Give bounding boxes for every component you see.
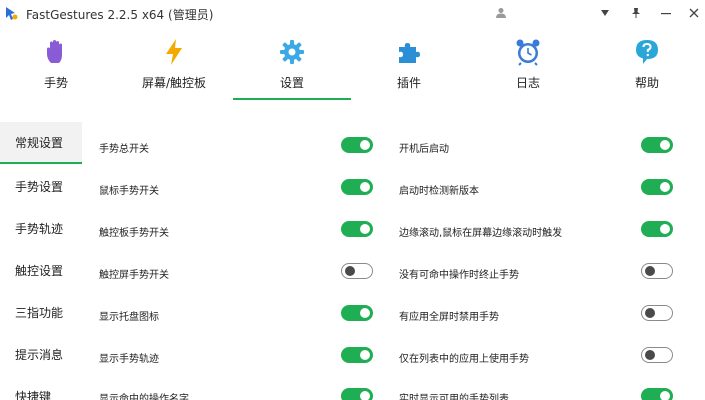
tab-label: 帮助	[634, 76, 659, 90]
toggle-gesture-trail[interactable]	[341, 347, 373, 363]
tab-label: 手势	[43, 76, 68, 90]
sidebar-item-general[interactable]: 常规设置	[0, 122, 82, 164]
toggle-live-gesture-list[interactable]	[641, 388, 673, 400]
tab-log[interactable]: 日志	[498, 30, 558, 102]
minimize-icon	[661, 13, 671, 15]
tab-screen-touchpad[interactable]: 屏幕/触控板	[126, 30, 222, 102]
tab-label: 日志	[515, 76, 540, 90]
active-tab-indicator	[233, 98, 351, 100]
setting-label: 没有可命中操作时终止手势	[399, 270, 519, 281]
tab-settings[interactable]: 设置	[258, 30, 326, 102]
tab-help[interactable]: 帮助	[617, 30, 677, 102]
sidebar-item-label: 提示消息	[15, 347, 64, 362]
pin-button[interactable]	[621, 2, 651, 24]
sidebar-item-notifications[interactable]: 提示消息	[0, 333, 82, 375]
setting-label: 实时显示可用的手势列表	[399, 394, 509, 400]
sidebar-item-three-finger[interactable]: 三指功能	[0, 291, 82, 333]
sidebar-item-hotkeys[interactable]: 快捷键	[0, 375, 82, 400]
close-button[interactable]	[679, 2, 705, 24]
toggle-knob	[660, 224, 670, 234]
minimize-button[interactable]	[651, 2, 681, 24]
toggle-abort-no-match[interactable]	[641, 263, 673, 279]
setting-label: 显示命中的操作名字	[99, 394, 189, 400]
setting-label: 鼠标手势开关	[99, 186, 159, 197]
tab-label: 插件	[396, 76, 421, 90]
toggle-knob	[360, 350, 370, 360]
toggle-touchscreen-gesture[interactable]	[341, 263, 373, 279]
setting-label: 触控屏手势开关	[99, 270, 169, 281]
setting-label: 边缘滚动,鼠标在屏幕边缘滚动时触发	[399, 228, 563, 239]
toggle-knob	[360, 391, 370, 400]
sidebar-item-touch-settings[interactable]: 触控设置	[0, 249, 82, 291]
sidebar-item-label: 手势设置	[15, 179, 64, 194]
toggle-check-updates[interactable]	[641, 179, 673, 195]
hand-icon	[47, 40, 62, 63]
menu-dropdown-button[interactable]	[590, 2, 620, 24]
setting-label: 显示手势轨迹	[99, 354, 159, 365]
app-logo-icon	[3, 5, 19, 21]
toggle-knob	[645, 350, 655, 360]
toggle-edge-scroll[interactable]	[641, 221, 673, 237]
toggle-knob	[660, 391, 670, 400]
toggle-knob	[345, 266, 355, 276]
toggle-touchpad-gesture[interactable]	[341, 221, 373, 237]
triangle-down-icon	[601, 10, 609, 16]
help-icon	[636, 40, 658, 64]
tab-label: 屏幕/触控板	[141, 76, 207, 90]
pin-icon	[632, 8, 640, 18]
setting-label: 显示托盘图标	[99, 312, 159, 323]
user-icon	[496, 8, 506, 18]
toggle-knob	[660, 182, 670, 192]
toggle-mouse-gesture[interactable]	[341, 179, 373, 195]
setting-label: 手势总开关	[99, 144, 149, 155]
setting-label: 启动时检测新版本	[399, 186, 479, 197]
toggle-tray-icon[interactable]	[341, 305, 373, 321]
toggle-knob	[360, 308, 370, 318]
puzzle-icon	[399, 43, 420, 63]
tab-label: 设置	[279, 76, 304, 90]
toggle-knob	[360, 140, 370, 150]
sidebar-item-gesture-trail[interactable]: 手势轨迹	[0, 207, 82, 249]
toggle-start-on-boot[interactable]	[641, 137, 673, 153]
sidebar-item-label: 快捷键	[15, 389, 52, 400]
top-navigation: 手势 屏幕/触控板 设置 插件 日志 帮助	[0, 30, 705, 102]
window-title: FastGestures 2.2.5 x64 (管理员)	[26, 8, 214, 22]
toggle-disable-fullscreen[interactable]	[641, 305, 673, 321]
toggle-knob	[660, 140, 670, 150]
settings-sidebar: 常规设置 手势设置 手势轨迹 触控设置 三指功能 提示消息 快捷键	[0, 122, 86, 400]
sidebar-item-gesture-settings[interactable]: 手势设置	[0, 165, 82, 207]
toggle-knob	[360, 182, 370, 192]
toggle-knob	[645, 308, 655, 318]
toggle-show-action-name[interactable]	[341, 388, 373, 400]
sidebar-item-label: 三指功能	[15, 305, 64, 320]
toggle-gesture-master[interactable]	[341, 137, 373, 153]
sidebar-item-label: 手势轨迹	[15, 221, 64, 236]
setting-label: 仅在列表中的应用上使用手势	[399, 354, 529, 365]
alarm-clock-icon	[516, 39, 540, 66]
toggle-whitelist-only[interactable]	[641, 347, 673, 363]
close-icon	[689, 8, 699, 18]
tab-plugins[interactable]: 插件	[379, 30, 439, 102]
title-bar: FastGestures 2.2.5 x64 (管理员)	[0, 0, 705, 28]
gear-icon	[280, 40, 304, 64]
toggle-knob	[360, 224, 370, 234]
tab-gestures[interactable]: 手势	[26, 30, 86, 102]
setting-label: 有应用全屏时禁用手势	[399, 312, 499, 323]
toggle-knob	[645, 266, 655, 276]
user-account-button[interactable]	[486, 2, 516, 24]
sidebar-item-label: 触控设置	[15, 263, 64, 278]
setting-label: 开机后启动	[399, 144, 449, 155]
setting-label: 触控板手势开关	[99, 228, 169, 239]
sidebar-item-label: 常规设置	[15, 135, 64, 150]
lightning-icon	[166, 39, 182, 65]
